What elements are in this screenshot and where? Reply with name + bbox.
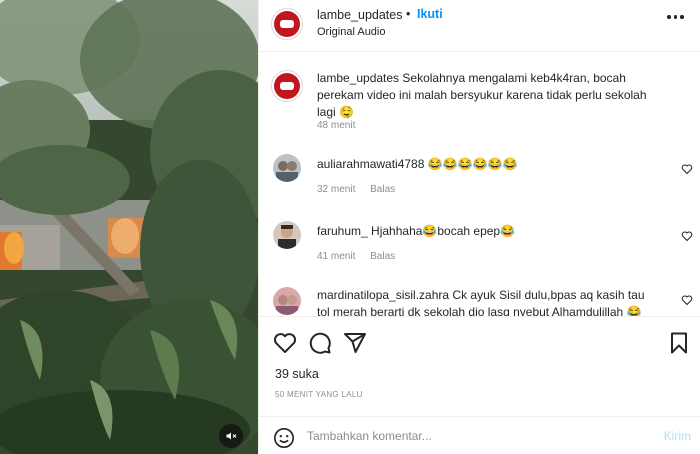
- likes-count[interactable]: 39 suka: [275, 367, 319, 381]
- commenter-avatar[interactable]: [273, 154, 301, 182]
- speaker-muted-icon: [226, 432, 237, 440]
- comment-time: 41 menit: [317, 251, 356, 262]
- reply-button[interactable]: Balas: [370, 251, 395, 262]
- comment-username[interactable]: auliarahmawati4788: [317, 157, 424, 171]
- caption-username[interactable]: lambe_updates: [317, 71, 399, 85]
- comment-text: auliarahmawati4788 😂😂😂😂😂😂: [317, 156, 657, 173]
- post-time: 50 MENIT YANG LALU: [275, 390, 363, 399]
- heart-icon[interactable]: [681, 230, 693, 242]
- comment-text: faruhum_ Hjahhaha😂bocah epep😂: [317, 223, 657, 240]
- audio-label[interactable]: Original Audio: [317, 26, 386, 38]
- heart-icon[interactable]: [681, 294, 693, 306]
- share-icon[interactable]: [343, 331, 367, 355]
- comment-username[interactable]: mardinatilopa_sisil.zahra: [317, 288, 449, 302]
- instagram-post-view: lambe_updates • Ikuti Original Audio lam…: [0, 0, 700, 454]
- more-options-icon[interactable]: [667, 10, 687, 24]
- comment-meta: 41 menit Balas: [317, 251, 395, 262]
- reply-button[interactable]: Balas: [370, 184, 395, 195]
- comment-username[interactable]: faruhum_: [317, 224, 368, 238]
- follow-button[interactable]: Ikuti: [417, 7, 443, 21]
- comment-text: mardinatilopa_sisil.zahra Ck ayuk Sisil …: [317, 287, 657, 316]
- post-video[interactable]: [0, 0, 258, 454]
- post-header: lambe_updates • Ikuti Original Audio: [259, 0, 700, 52]
- post-actions: 39 suka 50 MENIT YANG LALU: [259, 316, 700, 416]
- post-details-panel: lambe_updates • Ikuti Original Audio lam…: [258, 0, 700, 454]
- mute-button[interactable]: [219, 424, 243, 448]
- comment-composer: Kirim: [259, 416, 700, 454]
- commenter-avatar[interactable]: [273, 287, 301, 315]
- video-frame: [0, 0, 258, 454]
- commenter-avatar[interactable]: [273, 221, 301, 249]
- comment-meta: 32 menit Balas: [317, 184, 395, 195]
- comments-list: lambe_updates Sekolahnya mengalami keb4k…: [259, 52, 700, 316]
- comment-body: Hjahhaha😂bocah epep😂: [371, 224, 516, 238]
- comment-time: 32 menit: [317, 184, 356, 195]
- caption-time: 48 menit: [317, 120, 356, 131]
- heart-icon[interactable]: [273, 331, 297, 355]
- caption-avatar[interactable]: [271, 70, 303, 102]
- emoji-icon[interactable]: [273, 427, 295, 449]
- header-separator: •: [406, 7, 411, 21]
- author-username[interactable]: lambe_updates: [317, 8, 402, 22]
- author-avatar[interactable]: [271, 8, 303, 40]
- bookmark-icon[interactable]: [667, 331, 691, 355]
- comment-body: 😂😂😂😂😂😂: [427, 157, 518, 171]
- comment-icon[interactable]: [308, 331, 332, 355]
- heart-icon[interactable]: [681, 163, 693, 175]
- lambe-logo: [274, 11, 300, 37]
- caption-text: lambe_updates Sekolahnya mengalami keb4k…: [317, 70, 657, 121]
- comment-input[interactable]: [307, 426, 637, 446]
- post-comment-button[interactable]: Kirim: [664, 429, 691, 443]
